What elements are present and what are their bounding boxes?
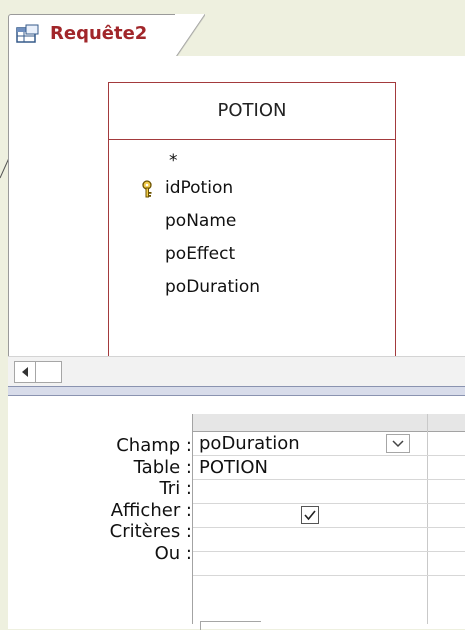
row-label-afficher: Afficher : xyxy=(110,499,192,521)
row-label-ou: Ou : xyxy=(154,542,192,564)
field-list-title[interactable]: POTION xyxy=(109,83,395,140)
grid-row-criteres[interactable] xyxy=(193,528,465,552)
field-poeffect[interactable]: poEffect xyxy=(109,238,395,271)
checkmark-icon xyxy=(304,510,316,521)
field-poduration[interactable]: poDuration xyxy=(109,271,395,304)
field-dropdown-button[interactable] xyxy=(386,434,410,453)
show-checkbox[interactable] xyxy=(301,506,319,524)
pane-splitter[interactable] xyxy=(8,386,465,396)
champ-cell[interactable]: poDuration xyxy=(199,432,300,455)
column-selector-row[interactable] xyxy=(193,414,465,432)
key-icon xyxy=(142,180,152,198)
scroll-left-button[interactable] xyxy=(14,361,36,383)
horizontal-scrollbar[interactable] xyxy=(8,356,465,386)
row-label-tri: Tri : xyxy=(159,478,192,499)
row-label-champ: Champ : xyxy=(116,435,192,456)
query-icon xyxy=(16,24,39,43)
field-all[interactable]: * xyxy=(109,150,395,172)
tab-edge xyxy=(175,14,205,58)
row-label-criteres: Critères : xyxy=(109,521,192,542)
triangle-left-icon xyxy=(22,367,28,377)
field-idpotion[interactable]: idPotion xyxy=(109,172,395,205)
tab-title[interactable]: Requête2 xyxy=(50,23,147,44)
design-grid: poDuration POTION xyxy=(192,414,465,624)
field-list-potion[interactable]: POTION * idPotion poName poEffect poDura… xyxy=(108,82,396,362)
grid-row-labels: Champ : Table : Tri : Afficher : Critère… xyxy=(110,435,192,564)
grid-row-ou[interactable] xyxy=(193,552,465,576)
grid-row-afficher xyxy=(193,504,465,528)
grid-row-table[interactable]: POTION xyxy=(193,456,465,480)
field-poname[interactable]: poName xyxy=(109,205,395,238)
chevron-down-icon xyxy=(392,439,404,447)
table-cell[interactable]: POTION xyxy=(199,456,268,479)
scroll-thumb[interactable] xyxy=(36,361,62,383)
row-label-table: Table : xyxy=(133,456,192,478)
field-list-items: * idPotion poName poEffect poDuration xyxy=(109,140,395,304)
grid-row-champ[interactable]: poDuration xyxy=(193,432,465,456)
document-tab-strip: Requête2 xyxy=(0,0,465,58)
grid-row-tri[interactable] xyxy=(193,480,465,504)
